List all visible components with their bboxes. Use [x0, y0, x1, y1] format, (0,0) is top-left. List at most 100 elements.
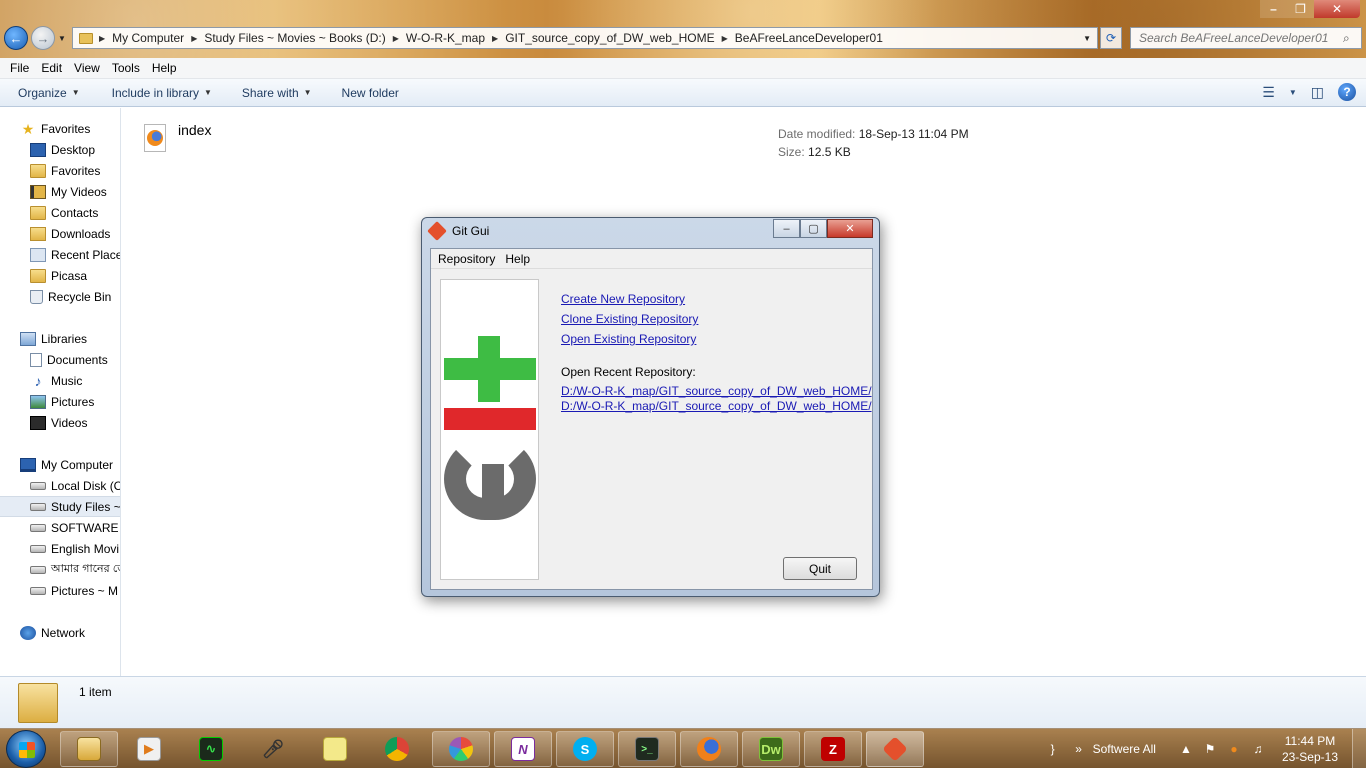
menu-edit[interactable]: Edit	[35, 61, 68, 75]
clone-existing-repository-link[interactable]: Clone Existing Repository	[561, 309, 698, 329]
minimize-button[interactable]: –	[1260, 0, 1287, 18]
change-view-icon[interactable]: ☰	[1262, 84, 1275, 101]
breadcrumb-drive[interactable]: Study Files ~ Movies ~ Books (D:)	[199, 31, 390, 45]
taskbar-microphone[interactable]: 🎤︎	[244, 731, 302, 767]
menu-view[interactable]: View	[68, 61, 106, 75]
picasa-icon	[449, 737, 473, 761]
sidebar-my-computer[interactable]: My Computer	[0, 454, 120, 475]
organize-button[interactable]: Organize ▼	[0, 86, 92, 100]
address-bar[interactable]: ▶ My Computer ▶ Study Files ~ Movies ~ B…	[72, 27, 1098, 49]
create-new-repository-link[interactable]: Create New Repository	[561, 289, 698, 309]
sidebar-favorites[interactable]: ★ Favorites	[0, 118, 120, 139]
details-pane: 1 item	[0, 676, 1366, 728]
forward-button[interactable]: →	[31, 26, 55, 50]
sidebar-item-pictures[interactable]: Pictures	[0, 391, 120, 412]
preview-pane-icon[interactable]: ◫	[1311, 84, 1324, 101]
sidebar-item-contacts[interactable]: Contacts	[0, 202, 120, 223]
folder-icon	[30, 268, 46, 283]
chevron-down-icon: ▼	[71, 88, 80, 97]
back-button[interactable]: ←	[4, 26, 28, 50]
view-options-dropdown-icon[interactable]: ▼	[1289, 88, 1297, 97]
sidebar-item-downloads[interactable]: Downloads	[0, 223, 120, 244]
share-with-button[interactable]: Share with ▼	[224, 86, 324, 100]
taskbar-media-player[interactable]: ▶	[120, 731, 178, 767]
taskbar-audio-tool[interactable]: ∿	[182, 731, 240, 767]
chevron-right-icon[interactable]: ▶	[97, 34, 107, 43]
network-tray-icon[interactable]: ●	[1226, 741, 1242, 757]
sidebar-item-desktop[interactable]: Desktop	[0, 139, 120, 160]
libraries-icon	[20, 331, 36, 346]
sidebar-item-documents[interactable]: Documents	[0, 349, 120, 370]
breadcrumb-work-map[interactable]: W-O-R-K_map	[401, 31, 490, 45]
taskbar-dreamweaver[interactable]: Dw	[742, 731, 800, 767]
toolbar-expand-icon[interactable]: »	[1071, 741, 1087, 757]
sidebar-item-label: আমার গানের জে	[51, 563, 121, 575]
sidebar-item-pictures-drive[interactable]: Pictures ~ M	[0, 580, 120, 601]
search-input[interactable]	[1139, 31, 1339, 45]
refresh-button[interactable]: ⟳	[1100, 27, 1122, 49]
git-menu-repository[interactable]: Repository	[433, 252, 500, 266]
volume-icon[interactable]: ♫	[1250, 741, 1266, 757]
sidebar-item-software[interactable]: SOFTWARE (	[0, 517, 120, 538]
sidebar-item-favorites[interactable]: Favorites	[0, 160, 120, 181]
recent-repository-link[interactable]: D:/W-O-R-K_map/GIT_source_copy_of_DW_web…	[561, 399, 872, 414]
include-in-library-button[interactable]: Include in library ▼	[92, 86, 224, 100]
chevron-right-icon[interactable]: ▶	[391, 34, 401, 43]
sidebar-item-picasa[interactable]: Picasa	[0, 265, 120, 286]
sidebar-item-recent-places[interactable]: Recent Place	[0, 244, 120, 265]
recent-repository-link[interactable]: D:/W-O-R-K_map/GIT_source_copy_of_DW_web…	[561, 384, 872, 399]
address-dropdown-icon[interactable]: ▼	[1077, 34, 1097, 43]
sidebar-item-recycle-bin[interactable]: Recycle Bin	[0, 286, 120, 307]
file-item-index[interactable]: index	[144, 122, 211, 152]
chevron-right-icon[interactable]: ▶	[720, 34, 730, 43]
taskbar-explorer[interactable]	[60, 731, 118, 767]
toolbar-name[interactable]: Softwere All	[1093, 742, 1156, 756]
menu-file[interactable]: File	[4, 61, 35, 75]
search-icon[interactable]: ⌕	[1343, 31, 1350, 46]
maximize-button[interactable]: ❐	[1287, 0, 1314, 18]
new-folder-button[interactable]: New folder	[324, 86, 411, 100]
git-minimize-button[interactable]: –	[773, 219, 800, 238]
help-icon[interactable]: ?	[1338, 83, 1356, 101]
taskbar-sticky-notes[interactable]	[306, 731, 364, 767]
taskbar-chrome[interactable]	[368, 731, 426, 767]
sidebar-item-videos[interactable]: Videos	[0, 412, 120, 433]
sidebar-item-local-disk-c[interactable]: Local Disk (C	[0, 475, 120, 496]
action-center-icon[interactable]: ⚑	[1202, 741, 1218, 757]
downloads-folder-icon	[30, 226, 46, 241]
chevron-right-icon[interactable]: ▶	[490, 34, 500, 43]
menu-help[interactable]: Help	[146, 61, 183, 75]
sidebar-item-music[interactable]: ♪ Music	[0, 370, 120, 391]
taskbar-firefox[interactable]	[680, 731, 738, 767]
taskbar-git-gui[interactable]	[866, 731, 924, 767]
chevron-right-icon[interactable]: ▶	[189, 34, 199, 43]
sidebar-item-study-files[interactable]: Study Files ~	[0, 496, 120, 517]
taskbar-onenote[interactable]: N	[494, 731, 552, 767]
close-button[interactable]: ✕	[1314, 0, 1360, 18]
firefox-html-file-icon	[144, 124, 166, 152]
git-menu-help[interactable]: Help	[500, 252, 535, 266]
taskbar-skype[interactable]: S	[556, 731, 614, 767]
breadcrumb-current-folder[interactable]: BeAFreeLanceDeveloper01	[730, 31, 888, 45]
git-maximize-button[interactable]: ▢	[800, 219, 827, 238]
taskbar-filezilla[interactable]: Z	[804, 731, 862, 767]
taskbar-picasa[interactable]	[432, 731, 490, 767]
sidebar-network[interactable]: Network	[0, 622, 120, 643]
breadcrumb-git-source[interactable]: GIT_source_copy_of_DW_web_HOME	[500, 31, 719, 45]
clock[interactable]: 11:44 PM 23-Sep-13	[1282, 733, 1338, 765]
taskbar-terminal[interactable]: >_	[618, 731, 676, 767]
sidebar-item-bengali-songs[interactable]: আমার গানের জে	[0, 559, 121, 580]
sidebar-item-my-videos[interactable]: My Videos	[0, 181, 120, 202]
show-hidden-icons-icon[interactable]: ▲	[1178, 741, 1194, 757]
git-close-button[interactable]: ✕	[827, 219, 873, 238]
breadcrumb-my-computer[interactable]: My Computer	[107, 31, 189, 45]
search-box[interactable]: ⌕	[1130, 27, 1362, 49]
show-desktop-button[interactable]	[1352, 729, 1366, 768]
recent-pages-dropdown[interactable]: ▼	[58, 34, 66, 43]
open-existing-repository-link[interactable]: Open Existing Repository	[561, 329, 698, 349]
sidebar-item-english-movies[interactable]: English Movi	[0, 538, 120, 559]
start-button[interactable]	[6, 730, 46, 768]
menu-tools[interactable]: Tools	[106, 61, 146, 75]
sidebar-libraries[interactable]: Libraries	[0, 328, 120, 349]
quit-button[interactable]: Quit	[783, 557, 857, 580]
